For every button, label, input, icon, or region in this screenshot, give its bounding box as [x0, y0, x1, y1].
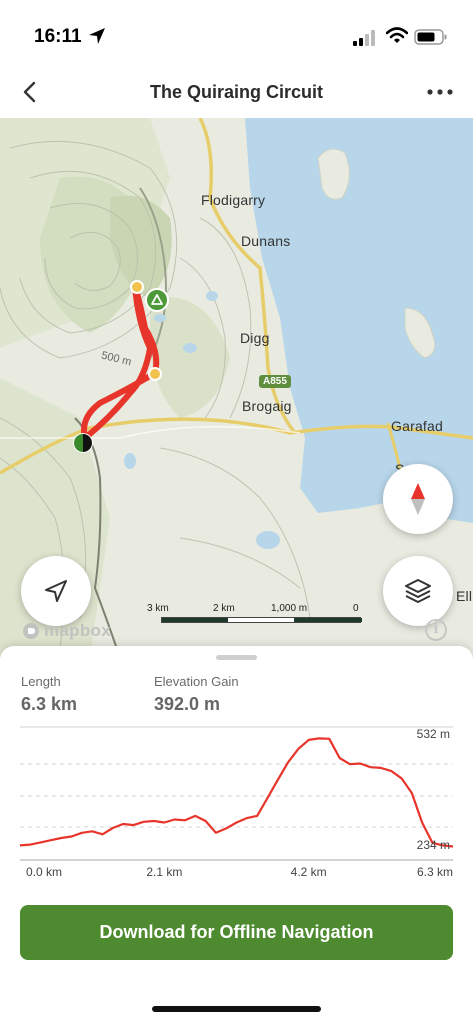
elevation-gain-value: 392.0 m	[154, 694, 221, 714]
length-value: 6.3 km	[21, 694, 78, 714]
elevation-gain-label: Elevation Gain	[154, 674, 239, 689]
more-options-button[interactable]	[423, 80, 457, 104]
place-label-partial-ell: Ell	[456, 588, 473, 604]
elevation-gain-stat: Elevation Gain 392.0 m	[154, 674, 239, 715]
compass-button[interactable]	[383, 464, 453, 534]
elevation-line	[19, 737, 454, 848]
x-tick-label: 2.1 km	[146, 865, 182, 879]
scale-label: 3 km	[147, 603, 169, 614]
mapbox-attribution[interactable]: mapbox	[22, 621, 111, 641]
trailhead-marker-icon[interactable]	[71, 431, 95, 455]
more-icon	[427, 89, 453, 95]
home-indicator	[152, 1006, 321, 1012]
sheet-drag-handle[interactable]	[216, 655, 257, 660]
scale-line	[161, 617, 362, 623]
page-title: The Quiraing Circuit	[149, 82, 323, 102]
trail-waypoint-marker[interactable]	[146, 365, 164, 383]
trail-details-sheet: Length 6.3 km Elevation Gain 392.0 m 532…	[0, 646, 473, 1024]
compass-icon	[411, 483, 425, 515]
place-label-dunans: Dunans	[241, 233, 291, 249]
trail-map[interactable]: Flodigarry Dunans Digg Brogaig Garafad S…	[0, 118, 473, 658]
scale-label: 1,000 m	[271, 603, 308, 614]
layers-icon	[405, 579, 431, 603]
x-tick-label: 0.0 km	[26, 865, 62, 879]
scale-label: 0	[353, 603, 359, 614]
x-tick-label: 6.3 km	[417, 865, 453, 879]
length-stat: Length 6.3 km	[21, 674, 77, 715]
place-label-flodigarry: Flodigarry	[201, 192, 266, 208]
map-layers-button[interactable]	[383, 556, 453, 626]
wifi-icon	[386, 27, 408, 43]
y-tick-label: 532 m	[417, 727, 450, 741]
back-chevron-icon	[23, 81, 36, 103]
location-services-icon	[89, 28, 105, 44]
campsite-icon[interactable]	[144, 287, 170, 313]
location-arrow-icon	[45, 580, 67, 602]
place-label-digg: Digg	[240, 330, 270, 346]
map-scale-bar: 3 km 2 km 1,000 m 0	[147, 603, 362, 627]
y-tick-label: 234 m	[417, 838, 450, 852]
back-button[interactable]	[14, 76, 46, 108]
download-offline-button[interactable]: Download for Offline Navigation	[20, 905, 453, 960]
place-label-brogaig: Brogaig	[242, 398, 292, 414]
locate-me-button[interactable]	[21, 556, 91, 626]
elevation-profile-chart[interactable]: 532 m 234 m 0.0 km 2.1 km 4.2 km 6.3 km	[0, 726, 473, 886]
road-badge: A855	[259, 375, 291, 388]
place-label-garafad: Garafad	[391, 418, 443, 434]
status-bar: 16:11	[0, 0, 473, 68]
x-tick-label: 4.2 km	[291, 865, 327, 879]
length-label: Length	[21, 674, 61, 689]
status-time: 16:11	[34, 26, 82, 47]
navigation-bar: The Quiraing Circuit	[0, 68, 473, 118]
scale-label: 2 km	[213, 603, 235, 614]
battery-icon	[414, 29, 447, 45]
mapbox-logo-icon	[23, 623, 39, 639]
map-info-button[interactable]: i	[425, 619, 447, 641]
mapbox-text: mapbox	[44, 621, 111, 640]
signal-icon	[353, 30, 375, 46]
